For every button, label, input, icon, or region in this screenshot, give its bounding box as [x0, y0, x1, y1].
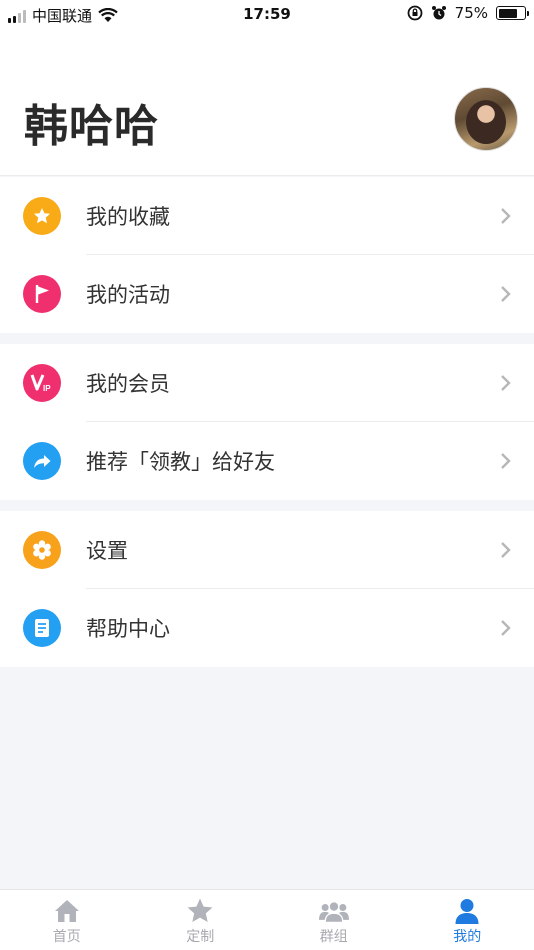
- profile-header: 韩哈哈: [0, 30, 534, 176]
- chevron-right-icon: [501, 208, 511, 224]
- user-name: 韩哈哈: [24, 101, 159, 152]
- menu-label: 帮助中心: [86, 617, 170, 641]
- menu-item-settings[interactable]: 设置: [0, 511, 534, 589]
- menu-item-activities[interactable]: 我的活动: [0, 255, 534, 333]
- menu-label: 我的收藏: [86, 205, 170, 229]
- tab-label: 我的: [453, 929, 482, 945]
- tab-groups[interactable]: 群组: [267, 890, 401, 950]
- menu-group-2: IP 我的会员 推荐「领教」给好友: [0, 344, 534, 500]
- avatar[interactable]: [454, 87, 518, 151]
- chevron-right-icon: [501, 375, 511, 391]
- menu-label: 我的会员: [86, 372, 170, 396]
- tab-mine[interactable]: 我的: [401, 890, 534, 950]
- status-bar: 中国联通 17:59 75%: [0, 0, 534, 30]
- vip-icon: IP: [23, 364, 61, 402]
- home-icon: [54, 900, 79, 922]
- menu-item-favorites[interactable]: 我的收藏: [0, 177, 534, 255]
- chevron-right-icon: [501, 620, 511, 636]
- menu-label: 推荐「领教」给好友: [86, 450, 275, 474]
- tab-label: 群组: [319, 929, 348, 945]
- menu-label: 设置: [86, 539, 128, 563]
- alarm-icon: [431, 6, 446, 20]
- tab-label: 定制: [186, 929, 215, 945]
- menu-item-membership[interactable]: IP 我的会员: [0, 344, 534, 422]
- chevron-right-icon: [501, 286, 511, 302]
- menu-group-1: 我的收藏 我的活动: [0, 177, 534, 333]
- share-icon: [23, 442, 61, 480]
- menu-item-help[interactable]: 帮助中心: [0, 589, 534, 667]
- tab-bar: 首页 定制 群组 我的: [0, 889, 534, 950]
- star-icon: [23, 197, 61, 235]
- group-icon: [318, 901, 349, 924]
- rotation-lock-icon: [407, 5, 423, 21]
- battery-percent: 75%: [454, 4, 488, 22]
- tab-label: 首页: [52, 929, 81, 945]
- menu-label: 我的活动: [86, 283, 170, 307]
- tab-custom[interactable]: 定制: [134, 890, 268, 950]
- document-icon: [23, 609, 61, 647]
- menu-item-recommend[interactable]: 推荐「领教」给好友: [0, 422, 534, 500]
- status-right: 75%: [407, 4, 529, 22]
- chevron-right-icon: [501, 453, 511, 469]
- gear-icon: [23, 531, 61, 569]
- menu-group-3: 设置 帮助中心: [0, 511, 534, 667]
- flag-icon: [23, 275, 61, 313]
- star-icon: [187, 898, 213, 922]
- tab-home[interactable]: 首页: [0, 890, 134, 950]
- chevron-right-icon: [501, 542, 511, 558]
- battery-fill: [498, 8, 518, 18]
- person-icon: [455, 899, 479, 924]
- svg-text:IP: IP: [43, 384, 51, 393]
- battery-icon: [496, 6, 529, 20]
